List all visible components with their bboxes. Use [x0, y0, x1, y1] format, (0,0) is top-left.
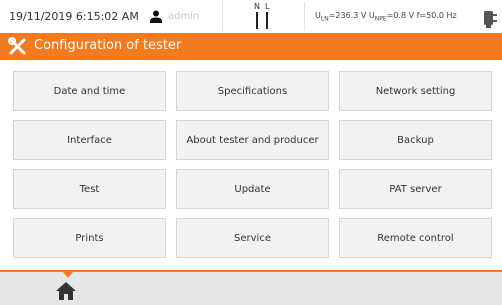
- tools-icon: [8, 37, 26, 55]
- specifications-button[interactable]: Specifications: [176, 71, 329, 111]
- update-button[interactable]: Update: [176, 169, 329, 209]
- prints-button[interactable]: Prints: [13, 218, 166, 258]
- socket-label-l: L: [265, 2, 270, 11]
- socket-label-n: N: [254, 2, 260, 11]
- backup-button[interactable]: Backup: [339, 120, 492, 160]
- status-bar: 19/11/2019 6:15:02 AM admin N L ULN=236.…: [0, 0, 502, 33]
- interface-button[interactable]: Interface: [13, 120, 166, 160]
- config-menu-grid: Date and time Specifications Network set…: [13, 71, 492, 258]
- pat-server-button[interactable]: PAT server: [339, 169, 492, 209]
- title-bar: Configuration of tester: [0, 33, 502, 60]
- service-button[interactable]: Service: [176, 218, 329, 258]
- home-icon[interactable]: [55, 281, 77, 301]
- socket-pin-n: [256, 12, 258, 29]
- status-divider: [304, 2, 305, 31]
- user-icon: [150, 10, 162, 23]
- configuration-screen: 19/11/2019 6:15:02 AM admin N L ULN=236.…: [0, 0, 502, 305]
- about-tester-and-producer-button[interactable]: About tester and producer: [176, 120, 329, 160]
- plug-icon: [484, 11, 497, 28]
- date-and-time-button[interactable]: Date and time: [13, 71, 166, 111]
- status-divider: [222, 2, 223, 31]
- network-setting-button[interactable]: Network setting: [339, 71, 492, 111]
- socket-pin-l: [266, 12, 268, 29]
- socket-icon: N L: [254, 3, 278, 31]
- page-title: Configuration of tester: [34, 38, 182, 53]
- test-button[interactable]: Test: [13, 169, 166, 209]
- bottom-bar: [0, 270, 502, 305]
- status-datetime: 19/11/2019 6:15:02 AM: [9, 10, 139, 23]
- status-readout: ULN=236.3 V UNPE=0.8 V f=50.0 Hz: [315, 11, 457, 23]
- remote-control-button[interactable]: Remote control: [339, 218, 492, 258]
- status-user: admin: [168, 11, 200, 22]
- bottom-bar-pointer: [63, 272, 73, 278]
